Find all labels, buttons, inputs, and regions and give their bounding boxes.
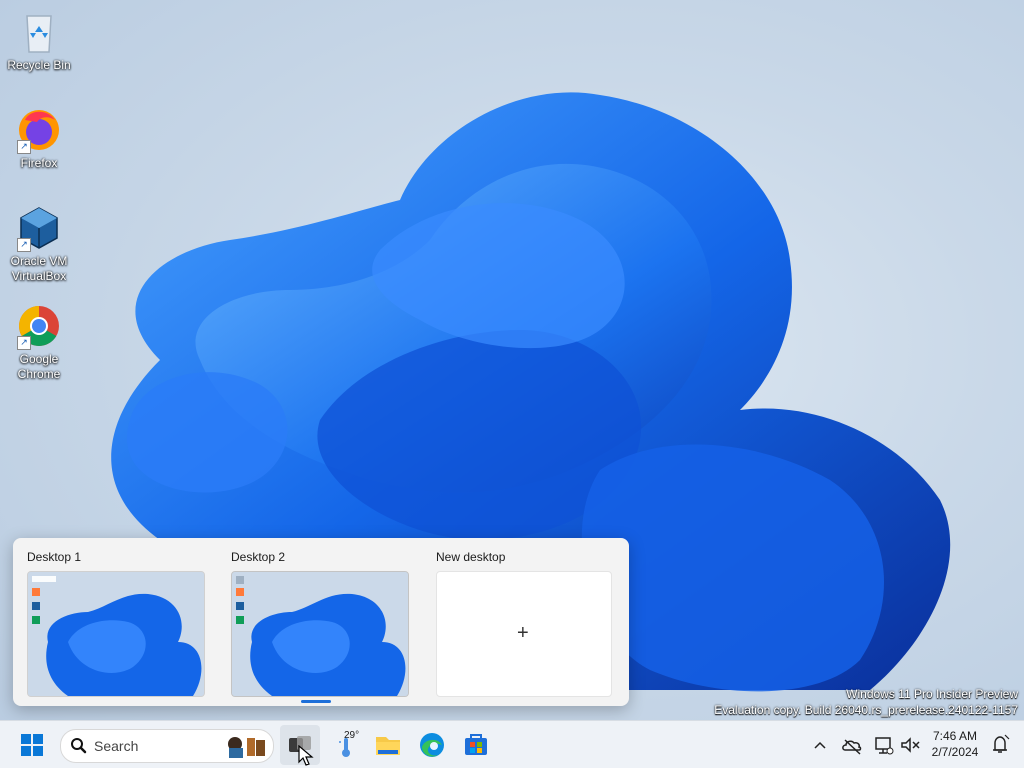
onedrive-offline-icon <box>842 739 862 755</box>
volume-tray-button[interactable] <box>898 721 922 768</box>
microsoft-store-button[interactable] <box>456 725 496 765</box>
desktop-icon-label: Recycle Bin <box>7 58 71 72</box>
plus-icon: + <box>517 622 529 644</box>
new-desktop-button[interactable]: + <box>436 571 612 697</box>
clock-date: 2/7/2024 <box>931 745 979 759</box>
desktop-icon-label: Google Chrome <box>17 352 61 381</box>
desktop-thumbnail[interactable] <box>27 571 205 697</box>
search-placeholder: Search <box>94 738 139 754</box>
desktop-icon-firefox[interactable]: ↗ Firefox <box>4 106 74 171</box>
show-hidden-icons-button[interactable] <box>808 721 832 768</box>
new-desktop-card[interactable]: New desktop + <box>422 538 618 706</box>
volume-muted-icon <box>901 737 920 753</box>
shortcut-arrow-icon: ↗ <box>17 140 31 154</box>
firefox-icon: ↗ <box>15 106 63 154</box>
chevron-up-icon <box>814 741 826 749</box>
virtual-desktops-flyout: Desktop 1 Desktop 2 New desktop + <box>13 538 629 706</box>
windows-logo-icon <box>21 734 43 756</box>
desktop-card-label: Desktop 2 <box>231 550 286 564</box>
desktop-icon-virtualbox[interactable]: ↗ Oracle VM VirtualBox <box>4 204 74 284</box>
mouse-cursor-icon <box>298 745 314 766</box>
onedrive-tray-button[interactable] <box>840 721 864 768</box>
file-explorer-icon <box>376 737 400 755</box>
desktop-card-label: Desktop 1 <box>27 550 82 564</box>
search-icon <box>71 738 87 754</box>
file-explorer-button[interactable] <box>368 725 408 765</box>
desktop-card-1[interactable]: Desktop 1 <box>13 538 209 706</box>
shortcut-arrow-icon: ↗ <box>17 336 31 350</box>
desktop-icon-recycle-bin[interactable]: Recycle Bin <box>4 8 74 73</box>
notifications-button[interactable] <box>988 721 1012 768</box>
desktop-icon-label: Oracle VM VirtualBox <box>10 254 68 283</box>
current-desktop-indicator <box>301 700 331 703</box>
desktop-icon-label: Firefox <box>20 156 58 170</box>
weather-widget[interactable]: 29° <box>328 725 368 765</box>
evaluation-watermark: Windows 11 Pro Insider Preview Evaluatio… <box>714 686 1018 718</box>
chrome-icon: ↗ <box>15 302 63 350</box>
notification-bell-icon <box>993 734 1010 753</box>
weather-temperature: 29° <box>344 730 360 741</box>
taskbar-clock[interactable]: 7:46 AM 2/7/2024 <box>924 728 986 760</box>
clock-time: 7:46 AM <box>932 729 978 743</box>
desktop-thumbnail[interactable] <box>231 571 409 697</box>
network-icon <box>875 737 894 755</box>
taskbar-search-box[interactable]: Search <box>60 729 274 763</box>
watermark-line1: Windows 11 Pro Insider Preview <box>846 687 1018 701</box>
start-button[interactable] <box>12 725 52 765</box>
new-desktop-label: New desktop <box>436 550 506 564</box>
desktop-card-2[interactable]: Desktop 2 <box>217 538 413 706</box>
watermark-line2: Evaluation copy. Build 26040.rs_prerelea… <box>714 703 1018 717</box>
edge-button[interactable] <box>412 725 452 765</box>
store-icon <box>465 734 487 755</box>
virtualbox-icon: ↗ <box>15 204 63 252</box>
desktop-icon-chrome[interactable]: ↗ Google Chrome <box>4 302 74 382</box>
taskbar: Search 29° 7:46 AM 2/7/2024 <box>0 720 1024 768</box>
shortcut-arrow-icon: ↗ <box>17 238 31 252</box>
search-highlight-icon <box>228 737 265 758</box>
recycle-bin-icon <box>15 8 63 56</box>
edge-icon <box>420 733 444 757</box>
network-tray-button[interactable] <box>872 721 896 768</box>
